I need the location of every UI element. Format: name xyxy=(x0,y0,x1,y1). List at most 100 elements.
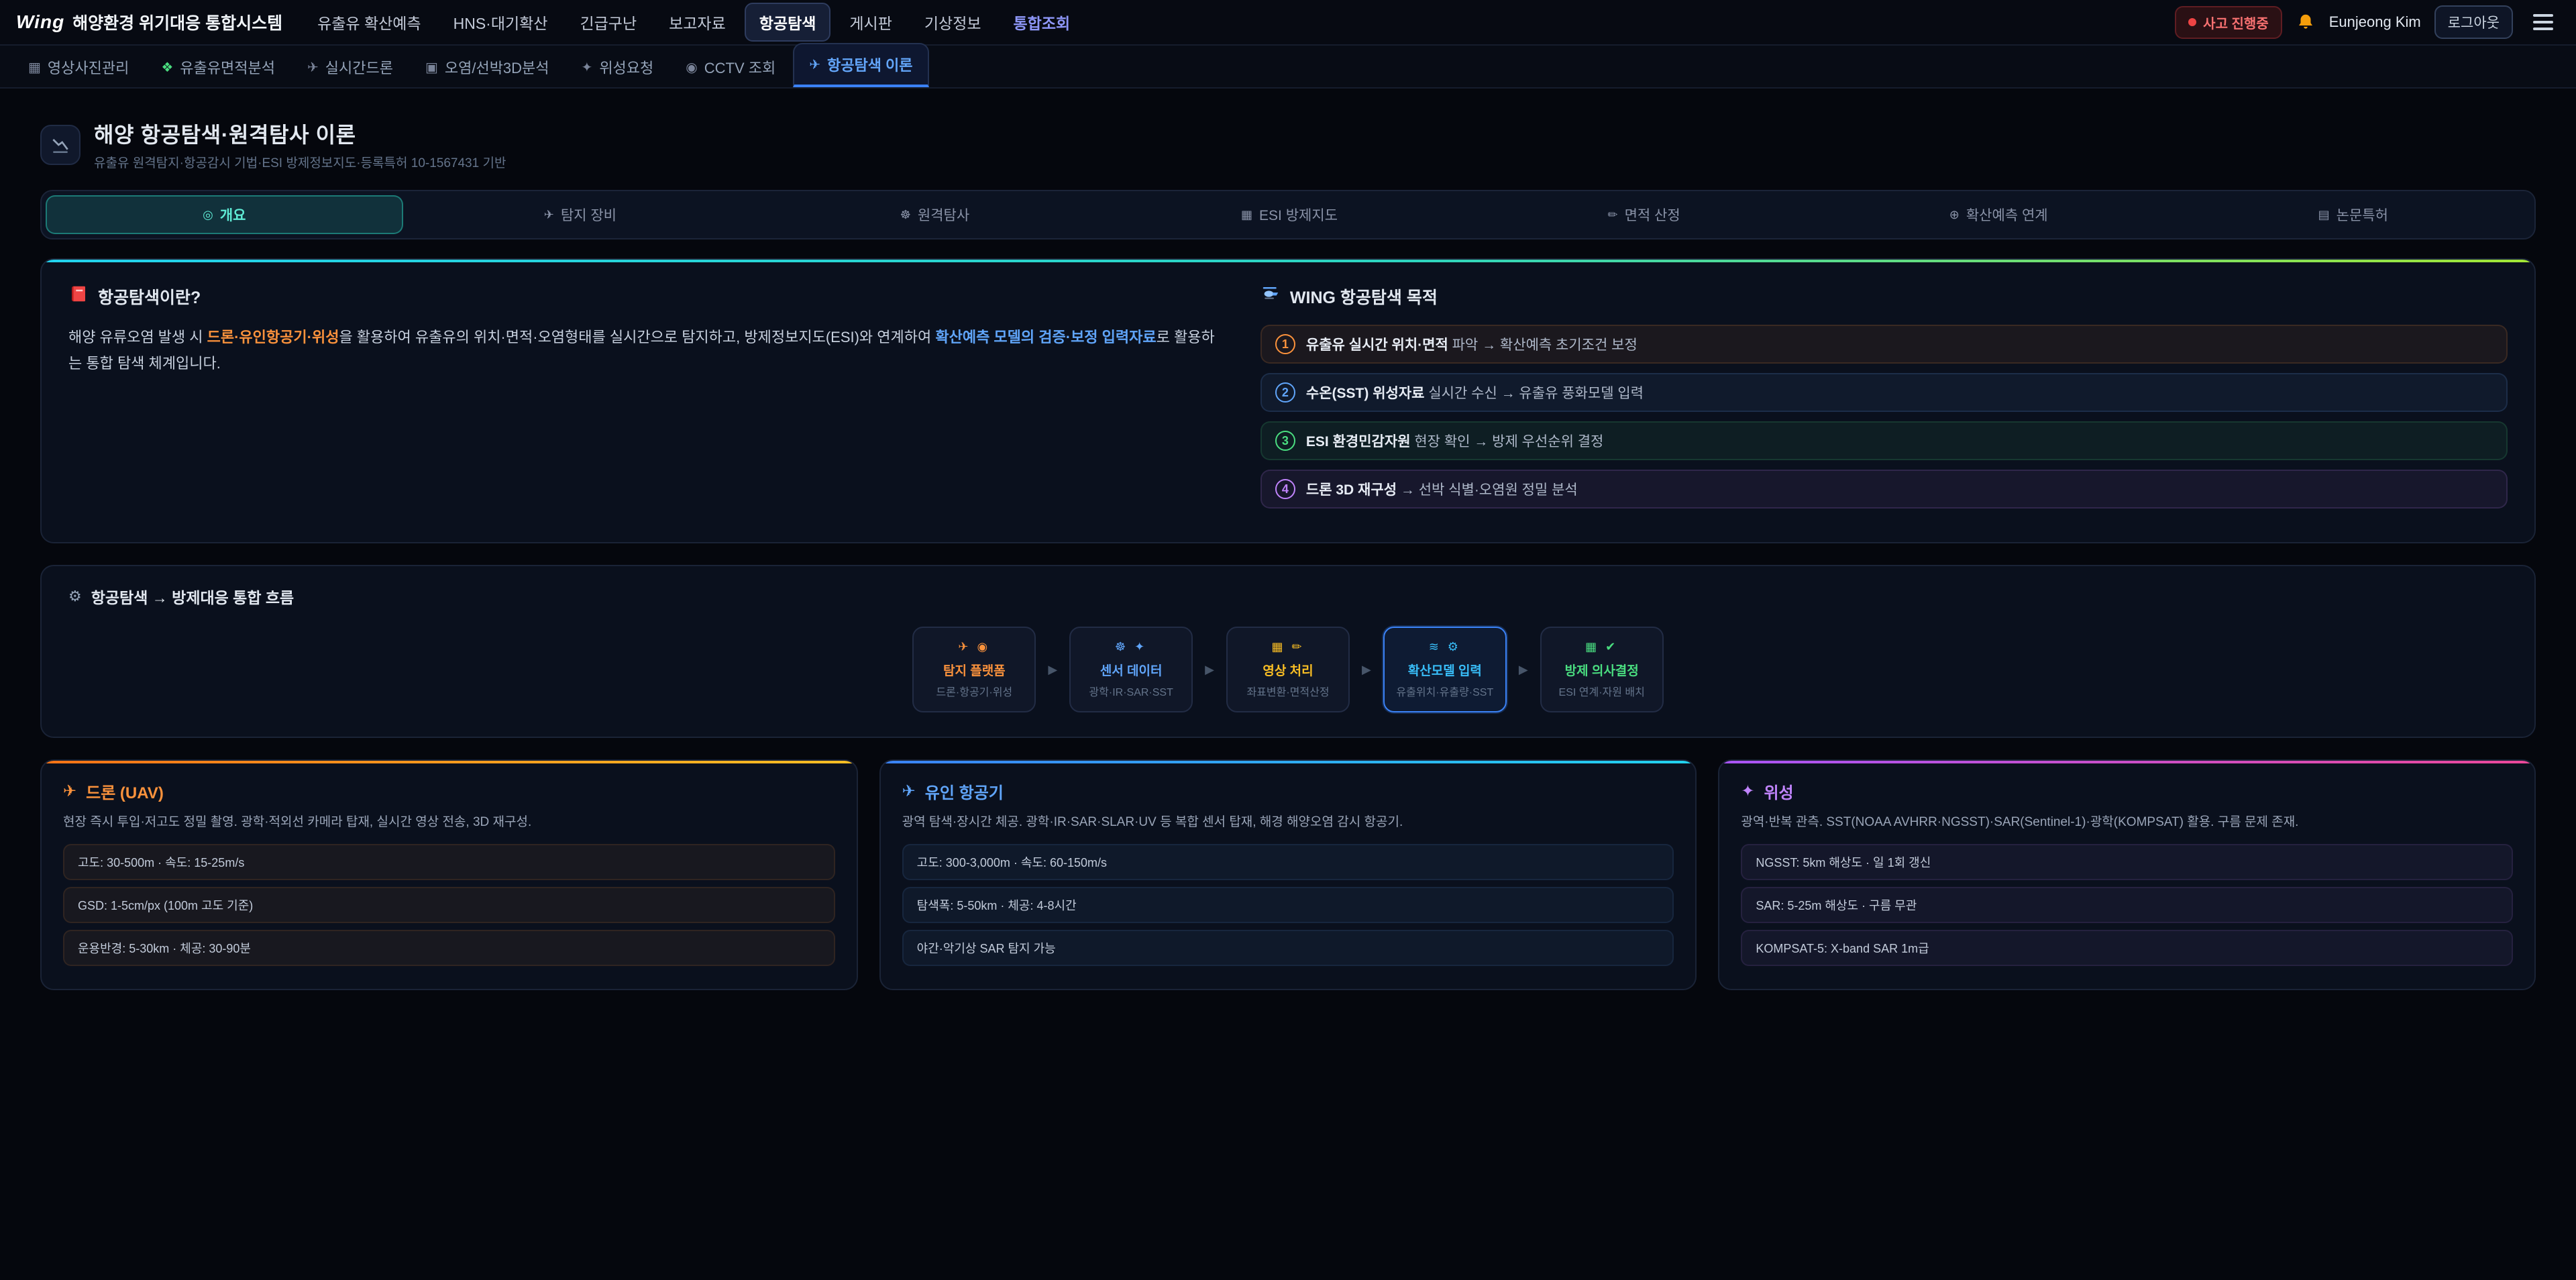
incident-status-badge[interactable]: 사고 진행중 xyxy=(2175,6,2282,39)
platform-cards: ✈ 드론 (UAV) 현장 즉시 투입·저고도 정밀 촬영. 광학·적외선 카메… xyxy=(40,759,2536,990)
book-icon xyxy=(68,284,89,309)
aircraft-card-desc: 광역 탐색·장시간 체공. 광학·IR·SAR·SLAR·UV 등 복합 센서 … xyxy=(881,803,1696,844)
arrow-right-icon: ▶ xyxy=(1519,663,1528,677)
what-is-aerial-search: 항공탐색이란? 해양 유류오염 발생 시 드론·유인항공기·위성을 활용하여 유… xyxy=(68,284,1215,518)
page-header: 해양 항공탐색·원격탐사 이론 유출유 원격탐지·항공감시 기법·ESI 방제정… xyxy=(40,118,2536,171)
system-title: 해양환경 위기대응 통합시스템 xyxy=(72,10,282,34)
area-analysis-icon: ❖ xyxy=(161,59,173,76)
gear-icon: ⚙ xyxy=(68,588,82,605)
flow-panel: ⚙ 항공탐색 → 방제대응 통합 흐름 ✈ ◉ 탐지 플랫폼 드론·항공기·위성… xyxy=(40,565,2536,738)
model-input-icons: ≋ ⚙ xyxy=(1391,640,1499,654)
number-badge: 1 xyxy=(1275,334,1295,354)
nav-integrated-query[interactable]: 통합조회 xyxy=(1000,4,1084,40)
page-title: 해양 항공탐색·원격탐사 이론 xyxy=(94,118,506,149)
document-icon: ▤ xyxy=(2318,208,2330,222)
purpose-title: WING 항공탐색 목적 xyxy=(1290,284,1438,309)
cctv-icon: ◉ xyxy=(686,59,697,76)
drone-icon: ✈ xyxy=(63,782,76,801)
aircraft-card: ✈ 유인 항공기 광역 탐색·장시간 체공. 광학·IR·SAR·SLAR·UV… xyxy=(879,759,1697,990)
spec-row: KOMPSAT-5: X-band SAR 1m급 xyxy=(1741,930,2513,966)
remote-sensing-icon: ☸ xyxy=(900,208,911,222)
purpose-item: 2 수온(SST) 위성자료 실시간 수신 → 유출유 풍화모델 입력 xyxy=(1260,373,2508,412)
purpose-item: 3 ESI 환경민감자원 현장 확인 → 방제 우선순위 결정 xyxy=(1260,421,2508,460)
overview-paragraph: 해양 유류오염 발생 시 드론·유인항공기·위성을 활용하여 유출유의 위치·면… xyxy=(68,325,1215,376)
satellite-card-desc: 광역·반복 관측. SST(NOAA AVHRR·NGSST)·SAR(Sent… xyxy=(1719,803,2534,844)
overview-panel: 항공탐색이란? 해양 유류오염 발생 시 드론·유인항공기·위성을 활용하여 유… xyxy=(40,258,2536,543)
nav-board[interactable]: 게시판 xyxy=(836,4,905,40)
subnav-3d-analysis[interactable]: ▣ 오염/선박3D분석 xyxy=(411,47,564,87)
satellite-icon: ✦ xyxy=(1741,782,1754,801)
overview-icon: ◎ xyxy=(203,208,213,222)
satellite-icon: ✦ xyxy=(582,59,593,76)
tab-papers-patents[interactable]: ▤ 논문특허 xyxy=(2176,195,2530,234)
link-icon: ⊕ xyxy=(1949,208,1960,222)
tab-esi-map[interactable]: ▦ ESI 방제지도 xyxy=(1112,195,1467,234)
what-title: 항공탐색이란? xyxy=(98,284,201,309)
subnav-oil-area-analysis[interactable]: ❖ 유출유면적분석 xyxy=(146,47,290,87)
flow-step-decision: ▦ ✔ 방제 의사결정 ESI 연계·자원 배치 xyxy=(1540,627,1664,712)
subnav-satellite-request[interactable]: ✦ 위성요청 xyxy=(567,47,669,87)
spec-row: NGSST: 5km 해상도 · 일 1회 갱신 xyxy=(1741,844,2513,880)
spec-row: 탐색폭: 5-50km · 체공: 4-8시간 xyxy=(902,887,1674,923)
spec-row: 고도: 30-500m · 속도: 15-25m/s xyxy=(63,844,835,880)
nav-hns-dispersion[interactable]: HNS·대기확산 xyxy=(440,4,561,40)
incident-dot-icon xyxy=(2188,18,2196,26)
main-nav: 유출유 확산예측 HNS·대기확산 긴급구난 보고자료 항공탐색 게시판 기상정… xyxy=(304,3,1083,42)
equipment-icon: ✈ xyxy=(544,208,554,222)
flow-step-sensor-data: ☸ ✦ 센서 데이터 광학·IR·SAR·SST xyxy=(1069,627,1193,712)
nav-emergency-rescue[interactable]: 긴급구난 xyxy=(566,4,650,40)
pencil-icon: ✏ xyxy=(1607,208,1617,222)
drone-card: ✈ 드론 (UAV) 현장 즉시 투입·저고도 정밀 촬영. 광학·적외선 카메… xyxy=(40,759,858,990)
page-subtitle: 유출유 원격탐지·항공감시 기법·ESI 방제정보지도·등록특허 10-1567… xyxy=(94,153,506,171)
logout-button[interactable]: 로그아웃 xyxy=(2434,5,2513,39)
theory-tabs: ◎ 개요 ✈ 탐지 장비 ☸ 원격탐사 ▦ ESI 방제지도 ✏ 면적 산정 ⊕… xyxy=(40,190,2536,239)
subnav-cctv-view[interactable]: ◉ CCTV 조회 xyxy=(671,47,790,87)
nav-weather[interactable]: 기상정보 xyxy=(911,4,995,40)
processing-icons: ▦ ✏ xyxy=(1234,640,1342,654)
flow-diagram: ✈ ◉ 탐지 플랫폼 드론·항공기·위성 ▶ ☸ ✦ 센서 데이터 광학·IR·… xyxy=(68,627,2508,712)
drone-card-title: 드론 (UAV) xyxy=(86,780,164,803)
spec-row: 고도: 300-3,000m · 속도: 60-150m/s xyxy=(902,844,1674,880)
tab-remote-sensing[interactable]: ☸ 원격탐사 xyxy=(757,195,1112,234)
top-header: Wing 해양환경 위기대응 통합시스템 유출유 확산예측 HNS·대기확산 긴… xyxy=(0,0,2576,46)
cube-3d-icon: ▣ xyxy=(425,59,438,76)
tab-forecast-link[interactable]: ⊕ 확산예측 연계 xyxy=(1821,195,2176,234)
user-name: Eunjeong Kim xyxy=(2329,13,2421,31)
aircraft-icon: ✈ xyxy=(902,782,916,801)
nav-oil-spill-forecast[interactable]: 유출유 확산예측 xyxy=(304,4,435,40)
hamburger-menu-icon[interactable] xyxy=(2526,7,2560,37)
subnav-aerial-theory[interactable]: ✈ 항공탐색 이론 xyxy=(793,43,928,87)
number-badge: 3 xyxy=(1275,431,1295,451)
subnav-realtime-drone[interactable]: ✈ 실시간드론 xyxy=(292,47,408,87)
tab-overview[interactable]: ◎ 개요 xyxy=(46,195,403,234)
tab-detection-equipment[interactable]: ✈ 탐지 장비 xyxy=(403,195,758,234)
app-root: Wing 해양환경 위기대응 통합시스템 유출유 확산예측 HNS·대기확산 긴… xyxy=(0,0,2576,1280)
flow-step-image-processing: ▦ ✏ 영상 처리 좌표변환·면적산정 xyxy=(1226,627,1350,712)
purpose-item: 4 드론 3D 재구성 → 선박 식별·오염원 정밀 분석 xyxy=(1260,470,2508,509)
arrow-right-icon: ▶ xyxy=(1048,663,1057,677)
wing-purpose: WING 항공탐색 목적 1 유출유 실시간 위치·면적 파악 → 확산예측 초… xyxy=(1260,284,2508,518)
sensor-icons: ☸ ✦ xyxy=(1077,640,1185,654)
nav-aerial-search[interactable]: 항공탐색 xyxy=(745,3,831,42)
spec-row: 운용반경: 5-30km · 체공: 30-90분 xyxy=(63,930,835,966)
nav-reports[interactable]: 보고자료 xyxy=(655,4,739,40)
gallery-icon: ▦ xyxy=(28,59,41,76)
satellite-card: ✦ 위성 광역·반복 관측. SST(NOAA AVHRR·NGSST)·SAR… xyxy=(1718,759,2536,990)
number-badge: 2 xyxy=(1275,382,1295,403)
flow-step-model-input: ≋ ⚙ 확산모델 입력 유출위치·유출량·SST xyxy=(1383,627,1507,712)
page-chart-icon xyxy=(40,125,80,165)
bell-icon[interactable] xyxy=(2296,12,2316,32)
aircraft-card-title: 유인 항공기 xyxy=(925,780,1004,803)
flow-step-platform: ✈ ◉ 탐지 플랫폼 드론·항공기·위성 xyxy=(912,627,1036,712)
spec-row: GSD: 1-5cm/px (100m 고도 기준) xyxy=(63,887,835,923)
drone-card-desc: 현장 즉시 투입·저고도 정밀 촬영. 광학·적외선 카메라 탑재, 실시간 영… xyxy=(42,803,857,844)
incident-badge-label: 사고 진행중 xyxy=(2203,13,2269,32)
spec-row: SAR: 5-25m 해상도 · 구름 무관 xyxy=(1741,887,2513,923)
decision-icons: ▦ ✔ xyxy=(1548,640,1656,654)
platform-icons: ✈ ◉ xyxy=(920,640,1028,654)
helicopter-icon xyxy=(1260,284,1281,309)
subnav-image-photo-mgmt[interactable]: ▦ 영상사진관리 xyxy=(13,47,144,87)
tab-area-calculation[interactable]: ✏ 면적 산정 xyxy=(1466,195,1821,234)
brand-logo[interactable]: Wing 해양환경 위기대응 통합시스템 xyxy=(16,10,282,34)
arrow-right-icon: ▶ xyxy=(1362,663,1371,677)
